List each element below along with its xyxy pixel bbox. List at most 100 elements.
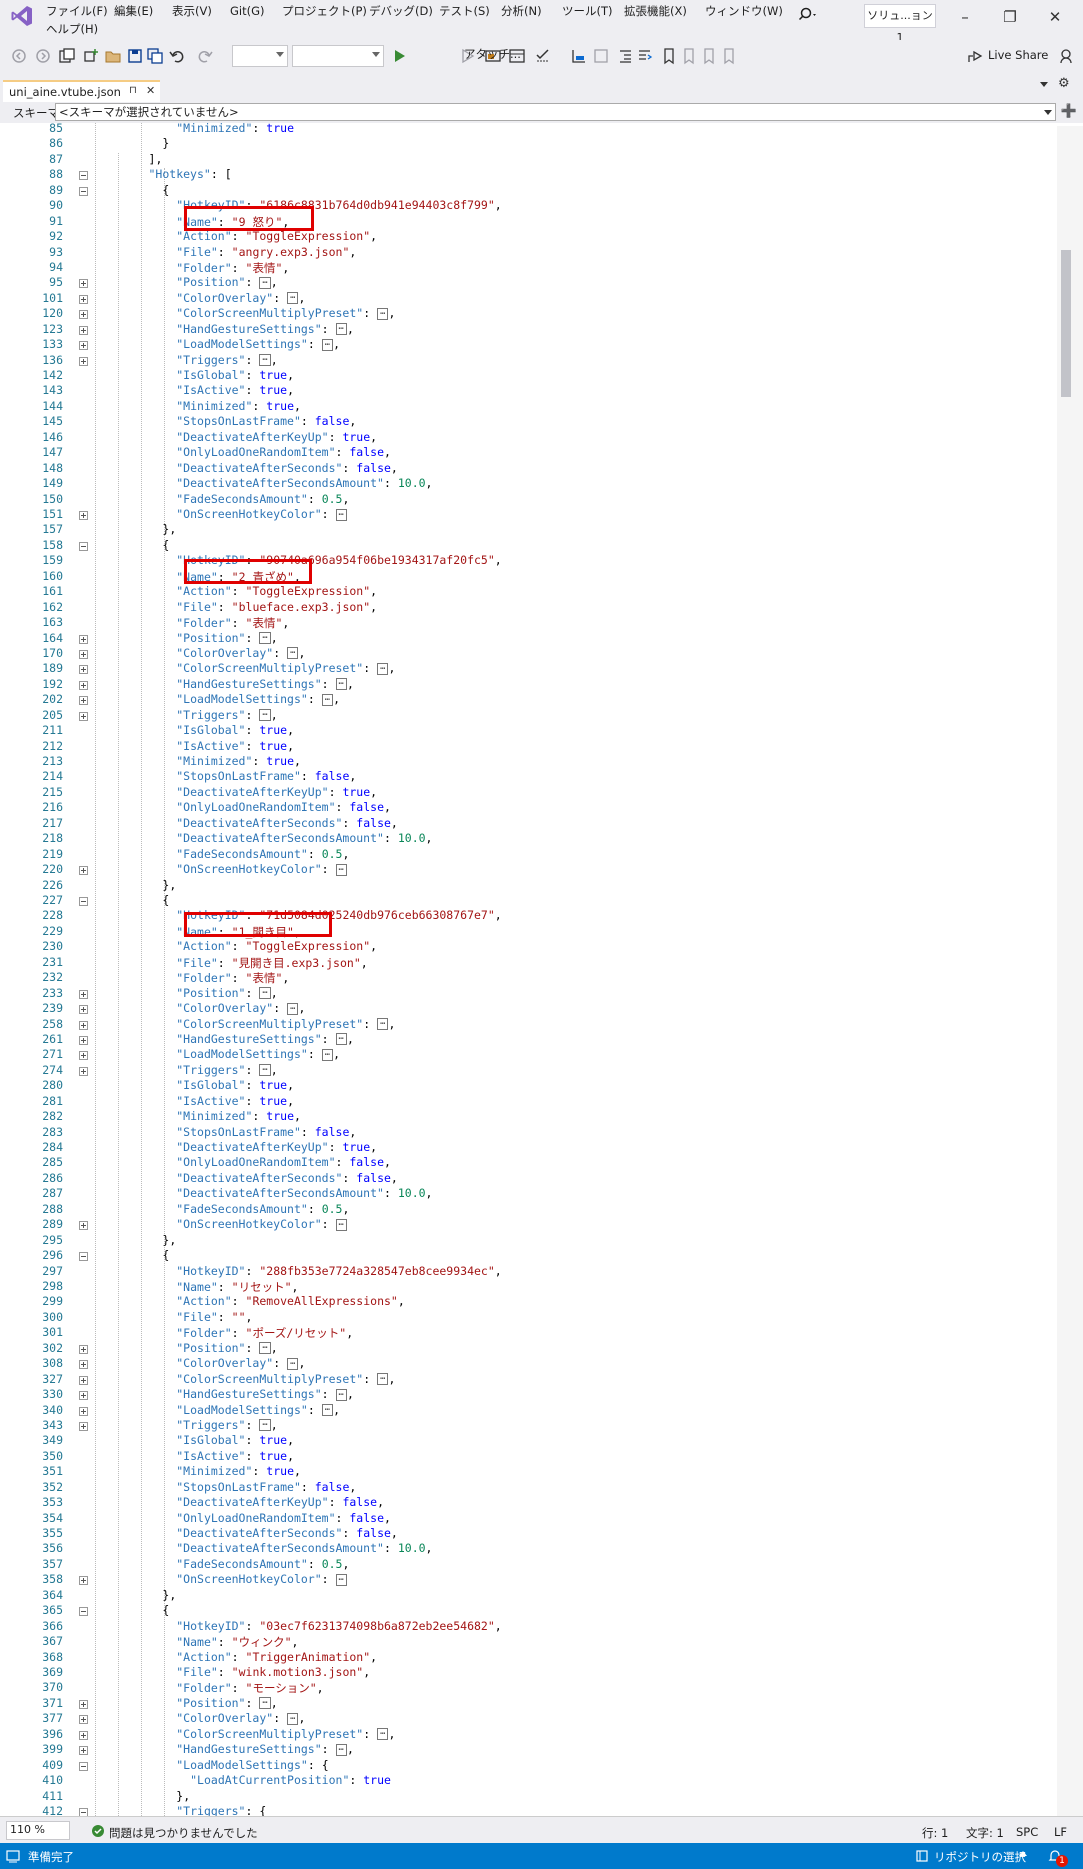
expand-icon[interactable]	[79, 325, 88, 335]
code-line[interactable]: "OnlyLoadOneRandomItem": false,	[93, 445, 391, 459]
live-share-icon[interactable]	[966, 47, 984, 65]
code-line[interactable]: "DeactivateAfterSecondsAmount": 10.0,	[93, 1186, 432, 1200]
code-line[interactable]: "Triggers": ⋯,	[93, 1063, 277, 1077]
code-line[interactable]: ],	[93, 152, 163, 166]
collapse-icon[interactable]	[79, 897, 88, 906]
outdent-icon[interactable]	[616, 47, 634, 65]
code-editor[interactable]: 85 "Minimized": true 86 } 87 ], 88 "Hotkeys…	[0, 121, 1083, 1833]
code-line[interactable]: "File": "wink.motion3.json",	[93, 1665, 370, 1679]
code-line[interactable]: "FadeSecondsAmount": 0.5,	[93, 492, 349, 506]
code-line[interactable]: "ColorOverlay": ⋯,	[93, 646, 305, 660]
code-line[interactable]: "ColorScreenMultiplyPreset": ⋯,	[93, 1727, 395, 1741]
expand-icon[interactable]	[79, 866, 88, 876]
expand-icon[interactable]	[79, 511, 88, 520]
expand-icon[interactable]	[79, 1576, 88, 1586]
code-line[interactable]: "File": "見開き目.exp3.json",	[93, 955, 367, 971]
code-line[interactable]: "DeactivateAfterSeconds": false,	[93, 816, 398, 830]
next-bookmark-icon[interactable]	[700, 47, 718, 65]
menu-item-7[interactable]: 分析(N)	[501, 3, 542, 19]
code-line[interactable]: "ColorScreenMultiplyPreset": ⋯,	[93, 1017, 395, 1031]
code-line[interactable]: "OnlyLoadOneRandomItem": false,	[93, 1511, 391, 1525]
open-folder-icon[interactable]	[104, 47, 122, 65]
code-line[interactable]: "ColorOverlay": ⋯,	[93, 291, 305, 305]
code-line[interactable]: "DeactivateAfterKeyUp": true,	[93, 785, 377, 799]
code-line[interactable]: "HotkeyID": "03ec7f6231374098b6a872eb2ee…	[93, 1619, 501, 1633]
expand-icon[interactable]	[79, 680, 88, 690]
expand-icon[interactable]	[79, 649, 88, 659]
spell-check-icon[interactable]	[534, 47, 552, 65]
code-line[interactable]: },	[93, 878, 176, 892]
code-line[interactable]: "DeactivateAfterKeyUp": true,	[93, 430, 377, 444]
code-line[interactable]: "StopsOnLastFrame": false,	[93, 414, 356, 428]
expand-icon[interactable]	[79, 1020, 88, 1030]
code-line[interactable]: },	[93, 1789, 190, 1803]
column-indicator[interactable]: 文字: 1	[966, 1825, 1004, 1841]
code-line[interactable]: "Action": "ToggleExpression",	[93, 229, 377, 243]
code-line[interactable]: }	[93, 136, 169, 150]
align-icon[interactable]	[570, 47, 588, 65]
code-line[interactable]: "IsActive": true,	[93, 1094, 294, 1108]
code-line[interactable]: "Folder": "ポーズ/リセット",	[93, 1325, 353, 1341]
code-line[interactable]: "LoadModelSettings": ⋯,	[93, 1047, 340, 1061]
menu-item-1[interactable]: 編集(E)	[114, 3, 153, 19]
line-indicator[interactable]: 行: 1	[922, 1825, 948, 1841]
code-line[interactable]: "Hotkeys": [	[93, 167, 232, 181]
zoom-dropdown[interactable]: 110 %	[6, 1821, 70, 1840]
visual-studio-logo-icon[interactable]	[10, 4, 34, 28]
code-line[interactable]: "StopsOnLastFrame": false,	[93, 769, 356, 783]
expand-icon[interactable]	[79, 1051, 88, 1061]
expand-icon[interactable]	[79, 1035, 88, 1045]
vertical-scrollbar-thumb[interactable]	[1061, 250, 1071, 397]
code-line[interactable]: "Minimized": true,	[93, 1464, 301, 1478]
menu-item-3[interactable]: Git(G)	[230, 3, 265, 19]
menu-help[interactable]: ヘルプ(H)	[46, 21, 98, 37]
expand-icon[interactable]	[79, 634, 88, 644]
menu-item-5[interactable]: デバッグ(D)	[369, 3, 433, 19]
repository-icon[interactable]	[915, 1849, 929, 1863]
code-line[interactable]: "Folder": "モーション",	[93, 1680, 323, 1696]
indent-icon[interactable]	[636, 47, 654, 65]
expand-icon[interactable]	[79, 1730, 88, 1740]
code-line[interactable]: "DeactivateAfterSecondsAmount": 10.0,	[93, 831, 432, 845]
code-line[interactable]: "Action": "ToggleExpression",	[93, 584, 377, 598]
code-line[interactable]: "Name": "リセット",	[93, 1279, 298, 1295]
expand-icon[interactable]	[79, 711, 88, 721]
search-icon[interactable]	[798, 6, 818, 24]
expand-icon[interactable]	[79, 356, 88, 366]
code-line[interactable]: "OnlyLoadOneRandomItem": false,	[93, 800, 391, 814]
code-line[interactable]: "IsGlobal": true,	[93, 368, 294, 382]
menu-item-6[interactable]: テスト(S)	[439, 3, 490, 19]
code-line[interactable]: "DeactivateAfterSeconds": false,	[93, 1526, 398, 1540]
expand-icon[interactable]	[79, 1221, 88, 1231]
code-line[interactable]: "ColorScreenMultiplyPreset": ⋯,	[93, 1372, 395, 1386]
restore-icon[interactable]: ❐	[990, 4, 1030, 30]
tab-list-icon[interactable]	[1040, 82, 1048, 87]
code-line[interactable]: "IsActive": true,	[93, 383, 294, 397]
prev-bookmark-icon[interactable]	[680, 47, 698, 65]
code-line[interactable]: "HandGestureSettings": ⋯,	[93, 1032, 354, 1046]
line-ending-indicator[interactable]: LF	[1054, 1825, 1067, 1839]
code-line[interactable]: "Folder": "表情",	[93, 615, 289, 631]
save-icon[interactable]	[126, 47, 144, 65]
code-line[interactable]: "StopsOnLastFrame": false,	[93, 1480, 356, 1494]
code-line[interactable]: "FadeSecondsAmount": 0.5,	[93, 1557, 349, 1571]
code-line[interactable]: "Minimized": true,	[93, 754, 301, 768]
code-line[interactable]: {	[93, 1603, 169, 1617]
menu-item-2[interactable]: 表示(V)	[172, 3, 212, 19]
expand-icon[interactable]	[79, 1421, 88, 1431]
platform-dropdown[interactable]	[292, 45, 384, 67]
feedback-icon[interactable]	[1058, 47, 1076, 65]
configuration-dropdown[interactable]	[232, 45, 288, 67]
code-line[interactable]: "Action": "ToggleExpression",	[93, 939, 377, 953]
code-line[interactable]: "HotkeyID": "288fb353e7724a328547eb8cee9…	[93, 1264, 501, 1278]
code-line[interactable]: "OnlyLoadOneRandomItem": false,	[93, 1155, 391, 1169]
code-line[interactable]: "IsActive": true,	[93, 739, 294, 753]
expand-icon[interactable]	[79, 989, 88, 999]
expand-icon[interactable]	[79, 1344, 88, 1354]
code-line[interactable]: "LoadModelSettings": ⋯,	[93, 337, 340, 351]
menu-item-10[interactable]: ウィンドウ(W)	[705, 3, 783, 19]
code-line[interactable]: "Position": ⋯,	[93, 1341, 277, 1355]
code-line[interactable]: "Position": ⋯,	[93, 1696, 277, 1710]
menu-item-0[interactable]: ファイル(F)	[46, 3, 108, 19]
expand-icon[interactable]	[79, 310, 88, 320]
